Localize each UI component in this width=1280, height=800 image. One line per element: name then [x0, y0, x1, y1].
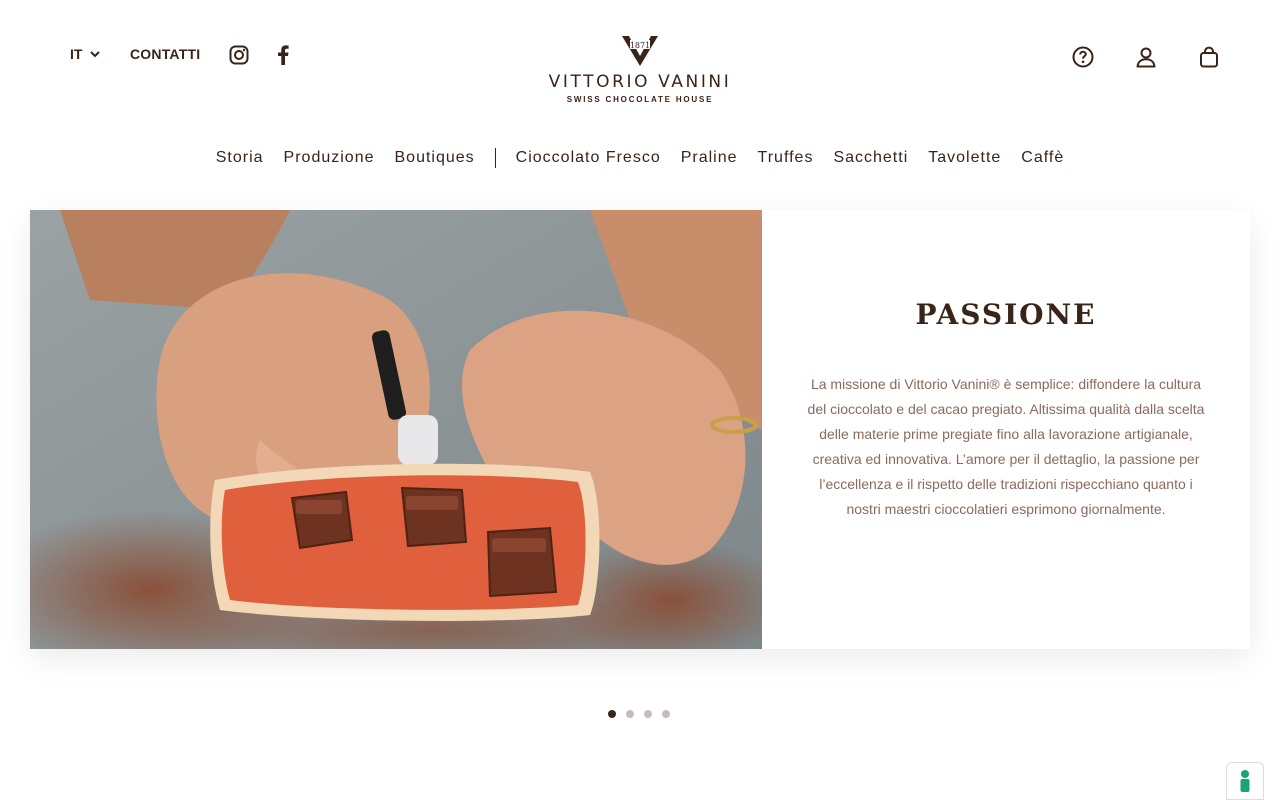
- slider-dot-2[interactable]: [626, 710, 634, 718]
- nav-caffe[interactable]: Caffè: [1021, 149, 1064, 167]
- nav-cioccolato-fresco[interactable]: Cioccolato Fresco: [516, 149, 661, 167]
- hero-slide: PASSIONE La missione di Vittorio Vanini®…: [30, 210, 1250, 649]
- nav-tavolette[interactable]: Tavolette: [928, 149, 1001, 167]
- logo-v-mark-icon: 1871: [622, 36, 658, 66]
- slider-dot-1[interactable]: [608, 710, 616, 718]
- brand-logo[interactable]: 1871 VITTORIO VANINI SWISS CHOCOLATE HOU…: [538, 34, 742, 104]
- logo-year: 1871: [630, 41, 650, 50]
- nav-truffes[interactable]: Truffes: [758, 149, 814, 167]
- nav-sacchetti[interactable]: Sacchetti: [833, 149, 908, 167]
- nav-storia[interactable]: Storia: [216, 149, 264, 167]
- chevron-down-icon: [90, 50, 101, 57]
- cart-icon[interactable]: [1198, 46, 1220, 68]
- main-navigation: Storia Produzione Boutiques Cioccolato F…: [0, 148, 1280, 168]
- nav-divider: [494, 148, 496, 168]
- social-links: [228, 44, 294, 66]
- help-icon[interactable]: [1072, 46, 1094, 68]
- logo-tagline: SWISS CHOCOLATE HOUSE: [566, 95, 714, 104]
- lock-icon: [1240, 770, 1250, 792]
- instagram-icon[interactable]: [228, 44, 250, 66]
- nav-praline[interactable]: Praline: [681, 149, 738, 167]
- accessibility-badge[interactable]: [1226, 762, 1264, 800]
- slider-pagination: [608, 710, 670, 718]
- slide-description: La missione di Vittorio Vanini® è sempli…: [807, 376, 1205, 517]
- header-actions: [1072, 46, 1220, 68]
- slider-dot-4[interactable]: [662, 710, 670, 718]
- hero-photo: [30, 210, 762, 649]
- facebook-icon[interactable]: [272, 44, 294, 66]
- language-label: IT: [70, 46, 83, 62]
- logo-name: VITTORIO VANINI: [548, 72, 732, 92]
- site-header: IT CONTATTI 1871 VITTORIO VANINI SWISS C…: [0, 0, 1280, 200]
- account-icon[interactable]: [1135, 46, 1157, 68]
- slider-dot-3[interactable]: [644, 710, 652, 718]
- nav-produzione[interactable]: Produzione: [284, 149, 375, 167]
- contact-link[interactable]: CONTATTI: [130, 46, 200, 62]
- language-selector[interactable]: IT: [70, 46, 101, 62]
- nav-boutiques[interactable]: Boutiques: [395, 149, 475, 167]
- slide-title: PASSIONE: [915, 298, 1097, 331]
- slide-text-panel: PASSIONE La missione di Vittorio Vanini®…: [762, 210, 1250, 649]
